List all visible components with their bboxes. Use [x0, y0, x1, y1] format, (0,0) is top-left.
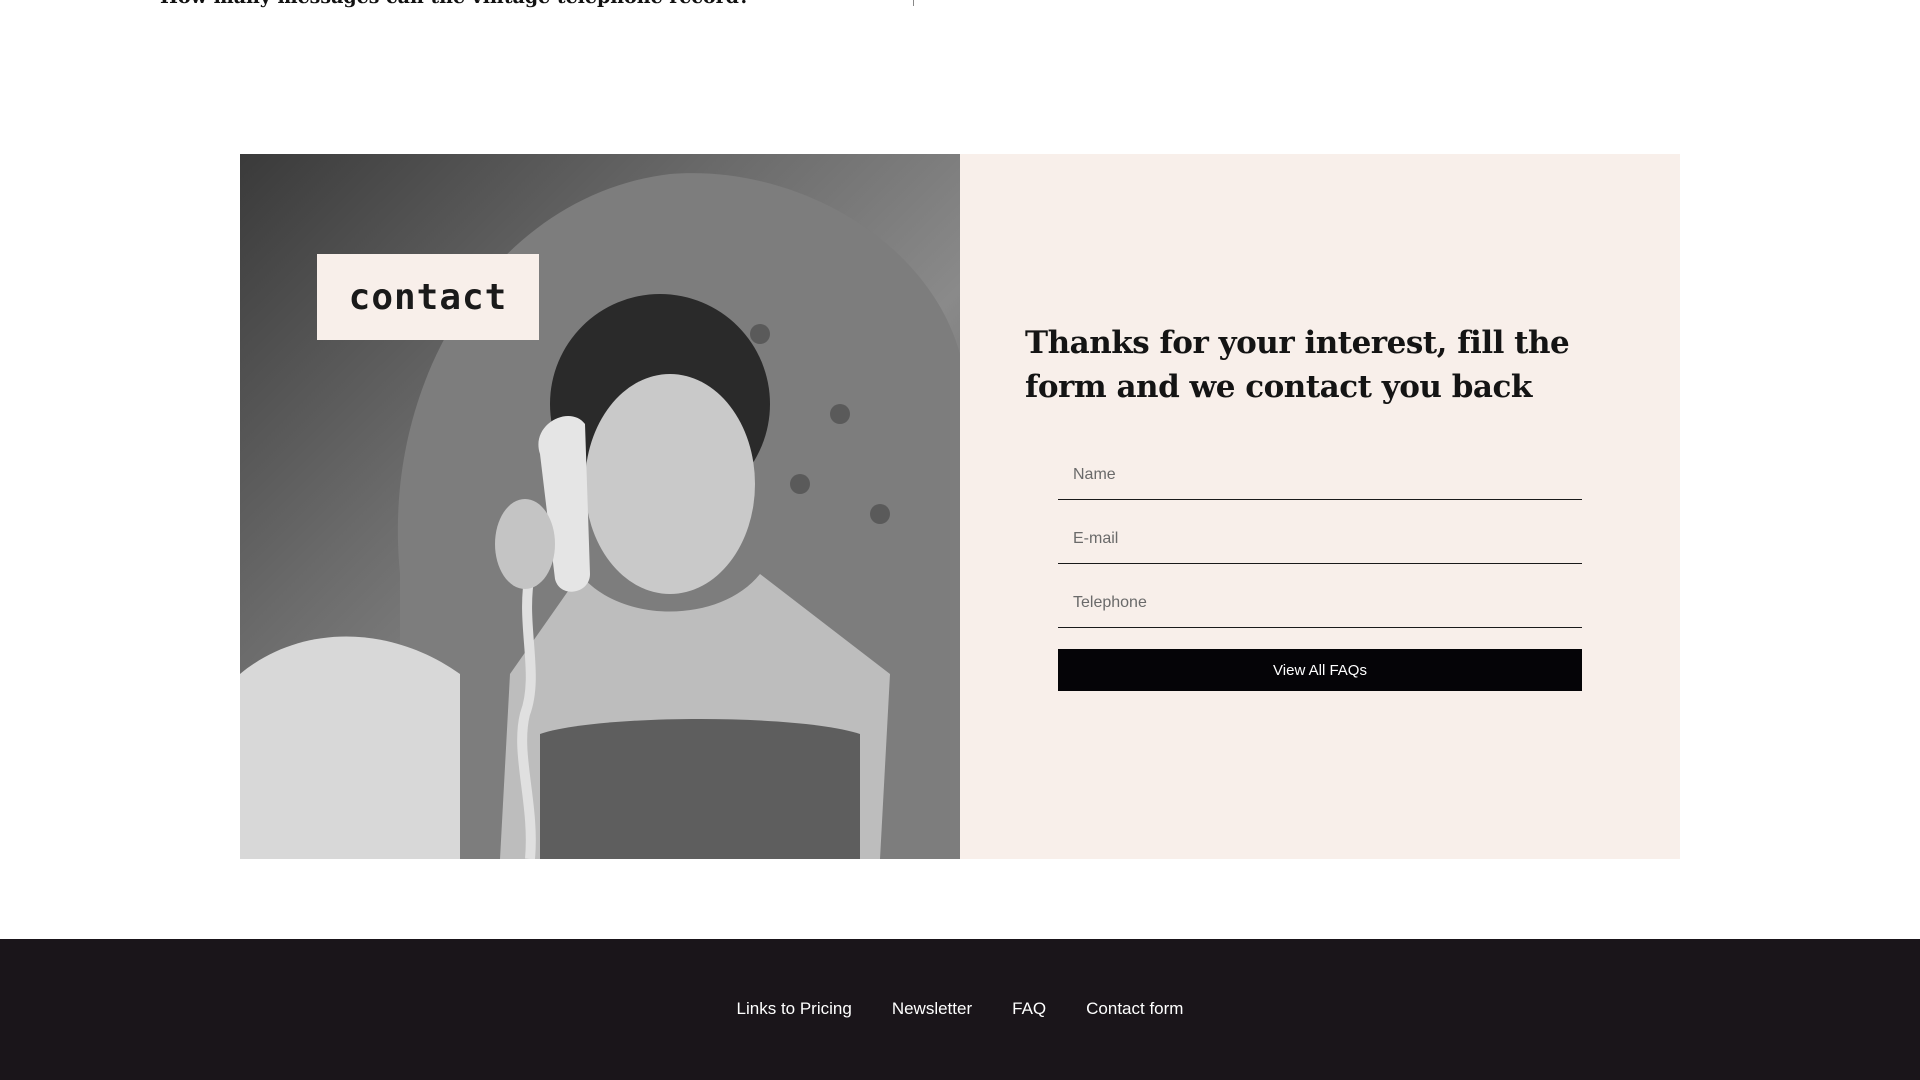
- footer-link-contact-form[interactable]: Contact form: [1086, 999, 1183, 1019]
- email-field[interactable]: [1058, 514, 1582, 564]
- footer-link-faq[interactable]: FAQ: [1012, 999, 1046, 1019]
- contact-section: contact Thanks for your interest, fill t…: [240, 154, 1680, 859]
- view-all-faqs-button[interactable]: View All FAQs: [1058, 649, 1582, 691]
- contact-photo: contact: [240, 154, 960, 859]
- footer: Links to Pricing Newsletter FAQ Contact …: [0, 939, 1920, 1080]
- name-field[interactable]: [1058, 450, 1582, 500]
- faq-divider: [913, 0, 914, 6]
- footer-link-pricing[interactable]: Links to Pricing: [737, 999, 852, 1019]
- telephone-field[interactable]: [1058, 578, 1582, 628]
- footer-link-newsletter[interactable]: Newsletter: [892, 999, 972, 1019]
- faq-question-partial[interactable]: How many messages can the vintage teleph…: [160, 0, 750, 8]
- footer-nav: Links to Pricing Newsletter FAQ Contact …: [0, 999, 1920, 1019]
- page: How many messages can the vintage teleph…: [0, 0, 1920, 1080]
- contact-form-panel: Thanks for your interest, fill the form …: [960, 154, 1680, 859]
- contact-tag: contact: [317, 254, 539, 340]
- form-heading: Thanks for your interest, fill the form …: [1025, 325, 1570, 405]
